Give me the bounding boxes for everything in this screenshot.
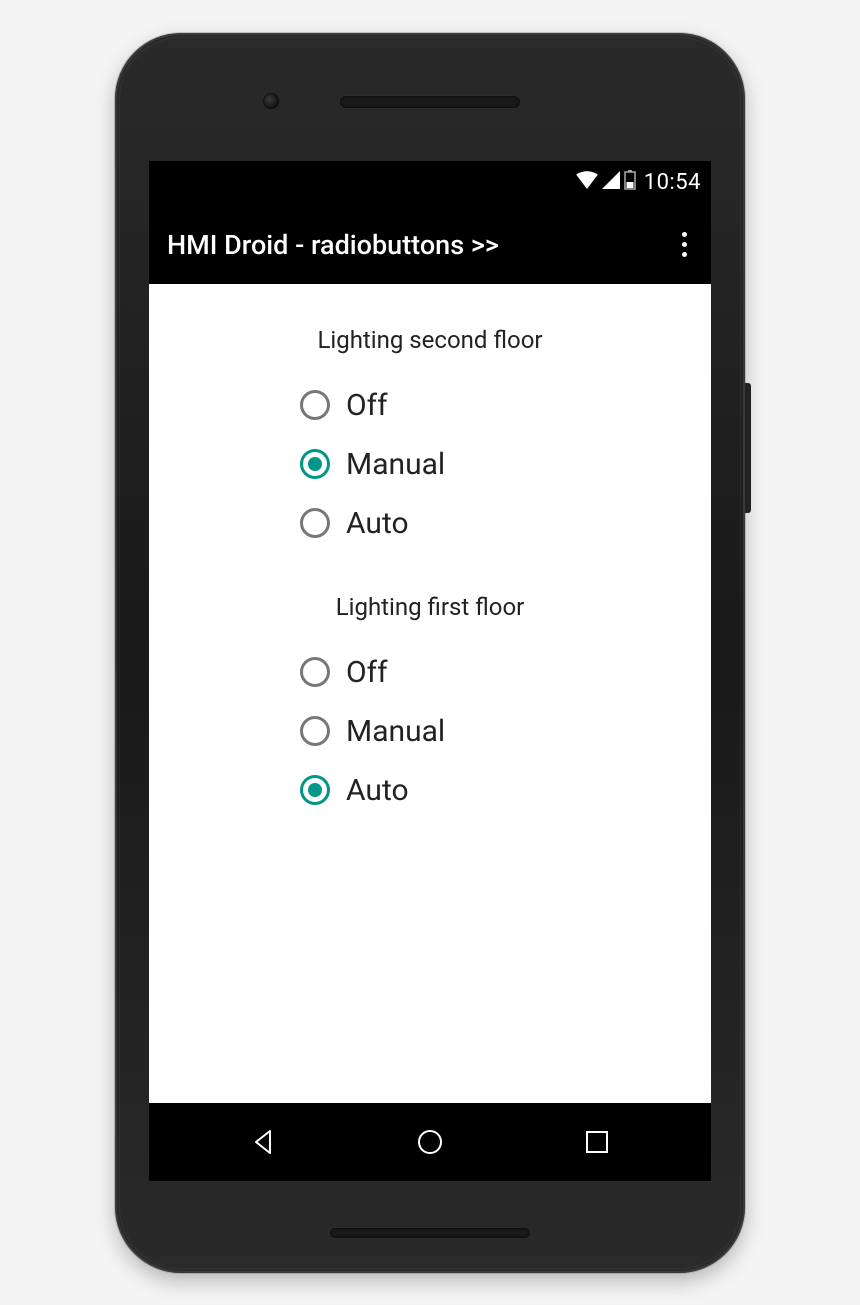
home-button[interactable] [412,1124,448,1160]
status-right: 10:54 [576,170,701,196]
wifi-icon [576,170,598,195]
device-stage: 10:54 HMI Droid - radiobuttons >> Lighti… [0,0,860,1305]
radio-label: Auto [346,773,409,808]
phone-frame: 10:54 HMI Droid - radiobuttons >> Lighti… [115,33,745,1273]
bottom-speaker [330,1228,530,1238]
screen: 10:54 HMI Droid - radiobuttons >> Lighti… [149,161,711,1181]
app-bar: HMI Droid - radiobuttons >> [149,205,711,284]
radio-group: Lighting second floor Off Manual Auto [149,326,711,553]
earpiece [340,96,520,108]
recents-button[interactable] [579,1124,615,1160]
radio-indicator [300,716,330,746]
radio-indicator [300,657,330,687]
radio-indicator [300,508,330,538]
radio-option[interactable]: Auto [300,761,560,820]
radio-option[interactable]: Auto [300,494,560,553]
overflow-menu-button[interactable] [676,226,693,263]
content: Lighting second floor Off Manual Auto [149,284,711,1103]
back-button[interactable] [245,1124,281,1160]
front-camera [263,93,279,109]
radio-label: Off [346,388,388,423]
app-title: HMI Droid - radiobuttons >> [167,229,499,261]
radio-indicator [300,390,330,420]
radio-option[interactable]: Off [300,643,560,702]
group-title: Lighting second floor [149,326,711,354]
cellular-icon [602,170,620,195]
options-list: Off Manual Auto [300,376,560,553]
radio-indicator [300,449,330,479]
power-button[interactable] [745,383,751,513]
battery-icon [624,170,636,196]
radio-option[interactable]: Manual [300,435,560,494]
radio-indicator [300,775,330,805]
status-bar: 10:54 [149,161,711,205]
radio-label: Off [346,655,388,690]
radio-group: Lighting first floor Off Manual Auto [149,593,711,820]
radio-option[interactable]: Manual [300,702,560,761]
options-list: Off Manual Auto [300,643,560,820]
navigation-bar [149,1103,711,1181]
radio-option[interactable]: Off [300,376,560,435]
radio-label: Manual [346,447,445,482]
group-title: Lighting first floor [149,593,711,621]
status-clock: 10:54 [644,170,701,195]
radio-label: Auto [346,506,409,541]
radio-label: Manual [346,714,445,749]
